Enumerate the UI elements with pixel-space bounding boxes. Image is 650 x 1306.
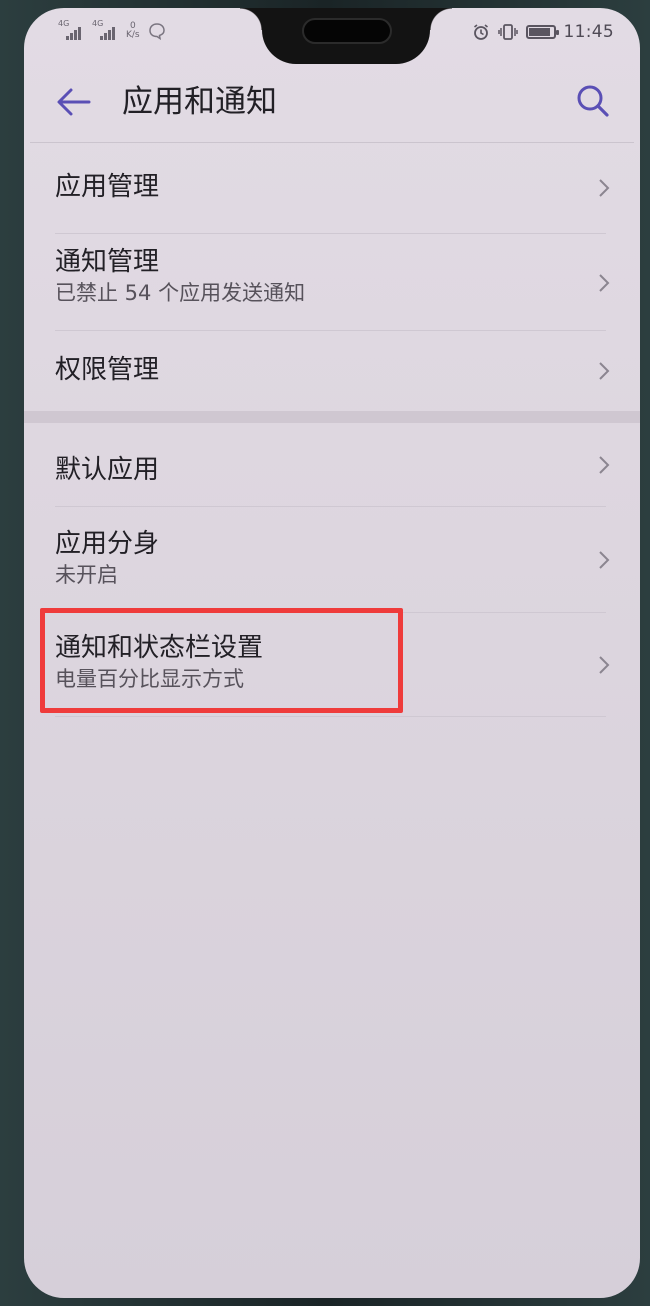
app-header: 应用和通知 [24, 64, 640, 142]
highlight-annotation-box [40, 608, 403, 713]
chevron-right-icon [599, 179, 610, 197]
list-item-label: 权限管理 [55, 355, 160, 385]
message-bubble-icon [148, 23, 165, 40]
signal-icon-sim2: 4G [92, 20, 118, 40]
battery-fill [528, 28, 550, 36]
camera-pill [302, 18, 392, 44]
chevron-right-icon [599, 362, 610, 380]
signal-bars [66, 27, 81, 40]
back-button[interactable] [54, 82, 94, 122]
list-item-label: 通知管理 [55, 247, 160, 277]
battery-icon [525, 25, 559, 39]
status-time: 11:45 [563, 22, 614, 42]
list-item-subtitle: 未开启 [55, 563, 118, 587]
vibrate-icon [497, 24, 518, 40]
group-separator [24, 411, 640, 423]
chevron-right-icon [599, 551, 610, 569]
search-icon [577, 85, 609, 117]
chevron-right-icon [599, 456, 610, 474]
list-item-label: 默认应用 [55, 455, 160, 485]
phone-screen: 4G 4G 0 K/s 11:45 应用和通知 应用管理 通知管理 已禁止 54… [24, 8, 640, 1298]
network-speed-unit: K/s [126, 30, 140, 40]
page-title: 应用和通知 [122, 84, 277, 120]
status-right: 11:45 [472, 22, 615, 42]
search-button[interactable] [572, 80, 614, 122]
signal-bars [100, 27, 115, 40]
arrow-left-icon [57, 88, 91, 116]
signal-icon-sim1: 4G [58, 20, 84, 40]
status-left: 4G 4G 0 K/s [58, 20, 166, 40]
phone-device: 4G 4G 0 K/s 11:45 应用和通知 应用管理 通知管理 已禁止 54… [0, 0, 650, 1306]
list-item-label: 应用分身 [55, 529, 160, 559]
list-item-notification-management[interactable]: 通知管理 已禁止 54 个应用发送通知 [24, 234, 640, 331]
list-item-app-management[interactable]: 应用管理 [24, 142, 640, 234]
camera-notch [240, 8, 452, 64]
chevron-right-icon [599, 273, 610, 292]
list-item-label: 应用管理 [55, 172, 160, 202]
row-divider [55, 716, 606, 717]
list-item-subtitle: 已禁止 54 个应用发送通知 [55, 281, 306, 305]
chevron-right-icon [599, 656, 610, 674]
network-speed: 0 K/s [126, 22, 140, 40]
list-item-permission-management[interactable]: 权限管理 [24, 331, 640, 411]
list-item-app-twin[interactable]: 应用分身 未开启 [24, 507, 640, 613]
list-item-default-apps[interactable]: 默认应用 [24, 423, 640, 507]
alarm-icon [473, 24, 488, 40]
